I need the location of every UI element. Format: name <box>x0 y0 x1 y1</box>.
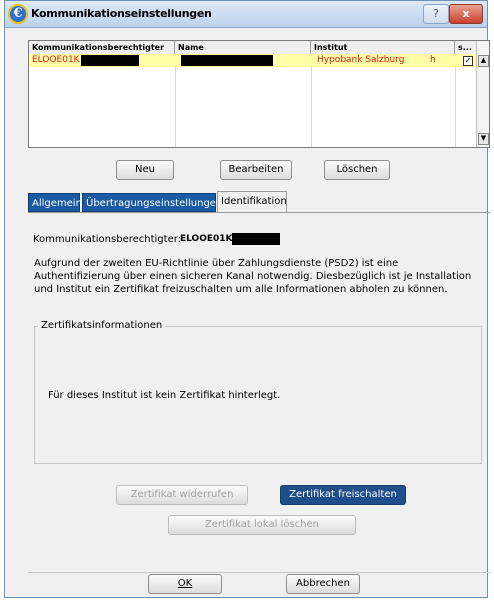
ok-button[interactable]: OK <box>148 574 222 594</box>
certificate-group-title: Zertifikatsinformationen <box>38 320 166 331</box>
no-certificate-text: Für dieses Institut ist kein Zertifikat … <box>48 390 281 401</box>
berechtigter-label: Kommunikationsberechtigter: <box>33 234 182 245</box>
col-header-berechtigter[interactable]: Kommunikationsberechtigter <box>29 41 175 54</box>
redaction-bar <box>181 55 273 66</box>
cell-institut: Hypobank Salzburg <box>317 55 405 65</box>
window-title: Kommunikationseinstellungen <box>31 7 212 20</box>
column-divider <box>455 54 456 147</box>
psd2-info-text: Aufgrund der zweiten EU-Richtlinie über … <box>34 258 472 295</box>
scroll-down-button[interactable]: ▼ <box>478 133 489 145</box>
delete-local-certificate-button[interactable]: Zertifikat lokal löschen <box>168 515 356 535</box>
title-bar[interactable]: € Kommunikationseinstellungen ? x <box>5 1 487 28</box>
tab-allgemein[interactable]: Allgemein <box>28 193 82 212</box>
ok-label: OK <box>177 578 193 589</box>
column-divider <box>175 54 176 147</box>
cell-extra: h <box>430 55 436 65</box>
close-button[interactable]: x <box>449 4 483 24</box>
delete-button[interactable]: Löschen <box>324 160 390 180</box>
redaction-bar <box>81 55 139 66</box>
app-euro-icon: € <box>8 4 28 24</box>
tab-identifikation[interactable]: Identifikation <box>217 191 287 212</box>
grid-scrollbar[interactable]: ▲ ▼ <box>476 41 489 147</box>
row-checkbox[interactable]: ✓ <box>463 56 473 66</box>
col-header-name[interactable]: Name <box>175 41 311 54</box>
new-button[interactable]: Neu <box>116 160 174 180</box>
revoke-certificate-button[interactable]: Zertifikat widerrufen <box>116 485 248 505</box>
communication-grid[interactable]: Kommunikationsberechtigter Name Institut… <box>28 40 490 148</box>
help-button[interactable]: ? <box>423 4 449 24</box>
table-row[interactable]: ELOOE01K Hypobank Salzburg h ✓ <box>29 54 477 67</box>
col-header-institut[interactable]: Institut <box>311 41 455 54</box>
tab-uebertragungseinstellungen[interactable]: Übertragungseinstellungen <box>82 193 222 212</box>
column-divider <box>311 54 312 147</box>
edit-button[interactable]: Bearbeiten <box>220 160 292 180</box>
scroll-up-button[interactable]: ▲ <box>478 55 489 67</box>
grid-header: Kommunikationsberechtigter Name Institut… <box>29 41 479 55</box>
tab-panel-border <box>28 212 490 213</box>
footer-divider <box>28 572 490 573</box>
cancel-button[interactable]: Abbrechen <box>286 574 360 594</box>
redaction-bar <box>232 233 280 245</box>
berechtigter-value: ELOOE01K <box>180 234 233 244</box>
activate-certificate-button[interactable]: Zertifikat freischalten <box>280 485 406 505</box>
